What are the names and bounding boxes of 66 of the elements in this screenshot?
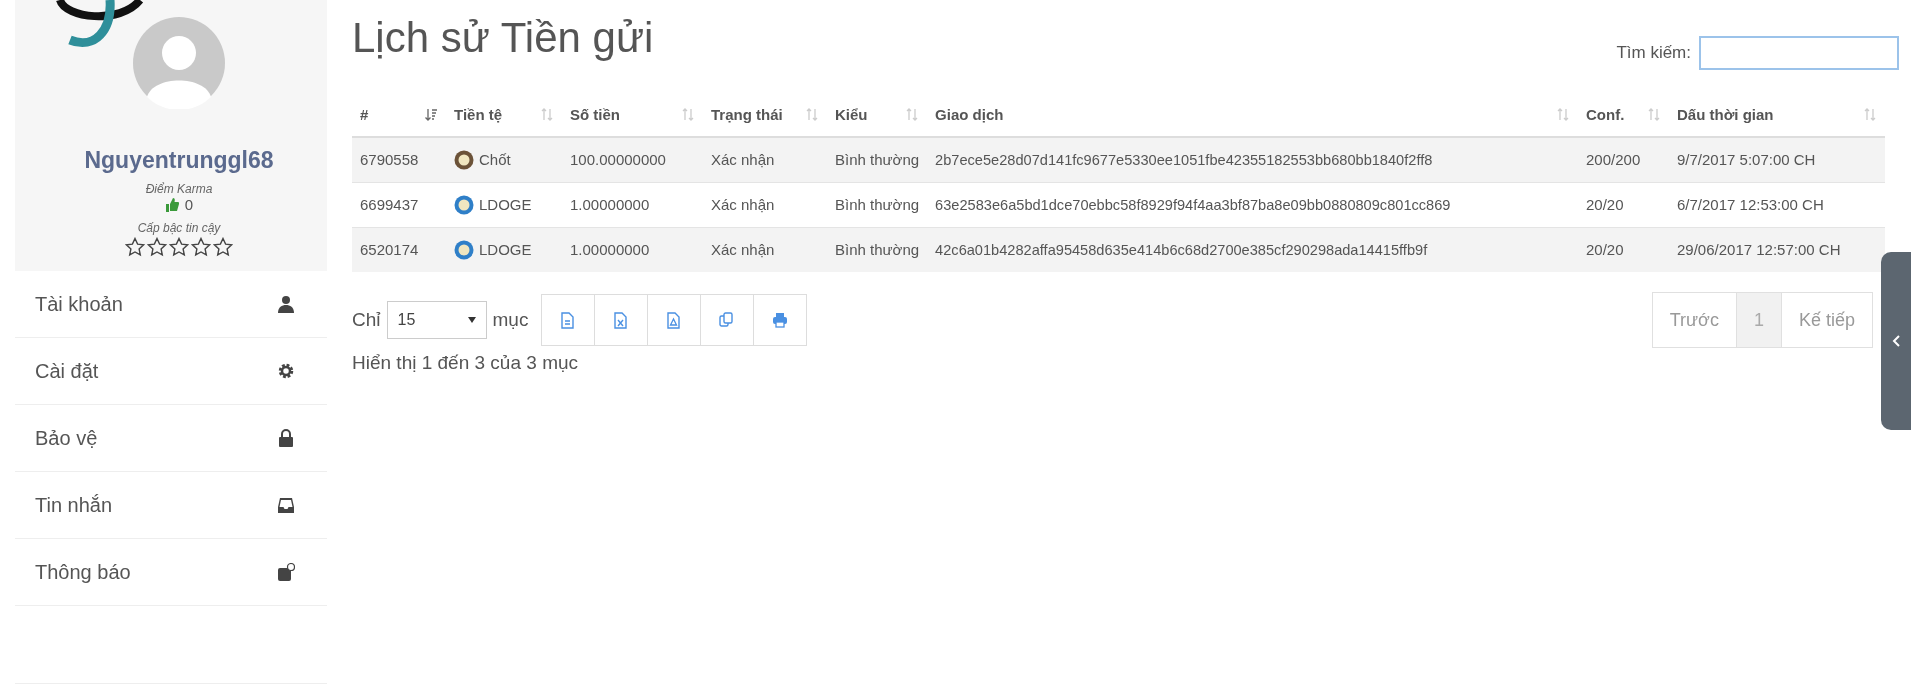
table-cell: Xác nhận <box>703 227 827 272</box>
table-info: Hiển thị 1 đến 3 của 3 mục <box>352 352 580 374</box>
inbox-icon <box>277 495 295 515</box>
spreadsheet-icon <box>613 311 630 329</box>
avatar-icon <box>133 17 225 109</box>
search-label: Tìm kiếm: <box>1616 43 1691 63</box>
page-length-select[interactable]: 15 <box>386 301 487 339</box>
export-button[interactable] <box>594 294 649 346</box>
table-cell: 9/7/2017 5:07:00 CH <box>1669 137 1885 182</box>
export-button[interactable] <box>700 294 755 346</box>
page-title: Lịch sử Tiền gửi <box>352 14 654 62</box>
length-label: Chỉ <box>352 309 381 331</box>
sidebar-item[interactable]: Cài đặt <box>15 338 327 406</box>
table-cell: 6520174 <box>352 227 446 272</box>
notification-icon <box>277 562 295 582</box>
currency-name: Chốt <box>479 151 511 169</box>
column-header[interactable]: Kiểu <box>835 105 868 123</box>
column-header[interactable]: Dấu thời gian <box>1677 105 1774 123</box>
table-cell: Bình thường <box>827 137 928 182</box>
settings-icon <box>277 361 295 381</box>
thumbs-up-icon <box>164 197 179 212</box>
karma-value: 0 <box>184 196 194 213</box>
table-cell: 29/06/2017 12:57:00 CH <box>1669 227 1885 272</box>
export-button[interactable] <box>541 294 596 346</box>
export-button[interactable] <box>753 294 808 346</box>
table-cell: Xác nhận <box>703 137 827 182</box>
pdf-icon <box>666 311 683 329</box>
column-header[interactable]: Conf. <box>1586 105 1625 123</box>
table-cell: 20/20 <box>1578 227 1669 272</box>
length-label: mục <box>492 309 529 331</box>
print-icon <box>772 311 789 329</box>
chevron-left-icon <box>1892 335 1900 347</box>
side-panel-tab[interactable] <box>1881 252 1911 430</box>
user-icon <box>277 294 295 314</box>
table-cell: Bình thường <box>827 227 928 272</box>
sidebar-item[interactable]: Tin nhắn <box>15 472 327 540</box>
currency-name: LDOGE <box>479 241 532 259</box>
table-cell: 1.00000000 <box>562 227 703 272</box>
copy-icon <box>719 311 736 329</box>
lock-icon <box>277 428 295 448</box>
table-cell: 100.00000000 <box>562 137 703 182</box>
export-button[interactable] <box>647 294 702 346</box>
currency-name: LDOGE <box>479 196 532 213</box>
karma-label: Điểm Karma <box>145 182 213 196</box>
column-header[interactable]: Giao dịch <box>935 105 1004 123</box>
table-cell: 42c6a01b4282affa95458d635e414b6c68d2700e385cf290298ada14415ffb9f <box>927 227 1578 272</box>
column-header[interactable]: Tiền tệ <box>454 105 503 123</box>
star-icon <box>213 237 233 257</box>
star-icon <box>147 237 167 257</box>
search-field[interactable] <box>1699 36 1899 70</box>
sidebar-item[interactable]: Bảo vệ <box>15 405 327 473</box>
column-header[interactable]: Trạng thái <box>711 105 783 123</box>
table-cell: 2b7ece5e28d07d141fc9677e5330ee1051fbe42355182553bb680bb1840f2ff8 <box>927 137 1578 182</box>
column-header[interactable]: # <box>360 105 369 123</box>
trust-label: Cấp bậc tin cậy <box>137 221 221 235</box>
star-icon <box>125 237 145 257</box>
username[interactable]: Nguyentrunggl68 <box>84 147 274 174</box>
file-icon <box>560 311 577 329</box>
star-icon <box>191 237 211 257</box>
table-cell: 200/200 <box>1578 137 1669 182</box>
table-cell: 6790558 <box>352 137 446 182</box>
sidebar-item[interactable]: Thông báo <box>15 539 327 607</box>
sidebar-item[interactable]: Tài khoản <box>15 271 327 339</box>
star-icon <box>169 237 189 257</box>
column-header[interactable]: Số tiền <box>570 105 620 123</box>
caret-icon <box>467 317 476 323</box>
